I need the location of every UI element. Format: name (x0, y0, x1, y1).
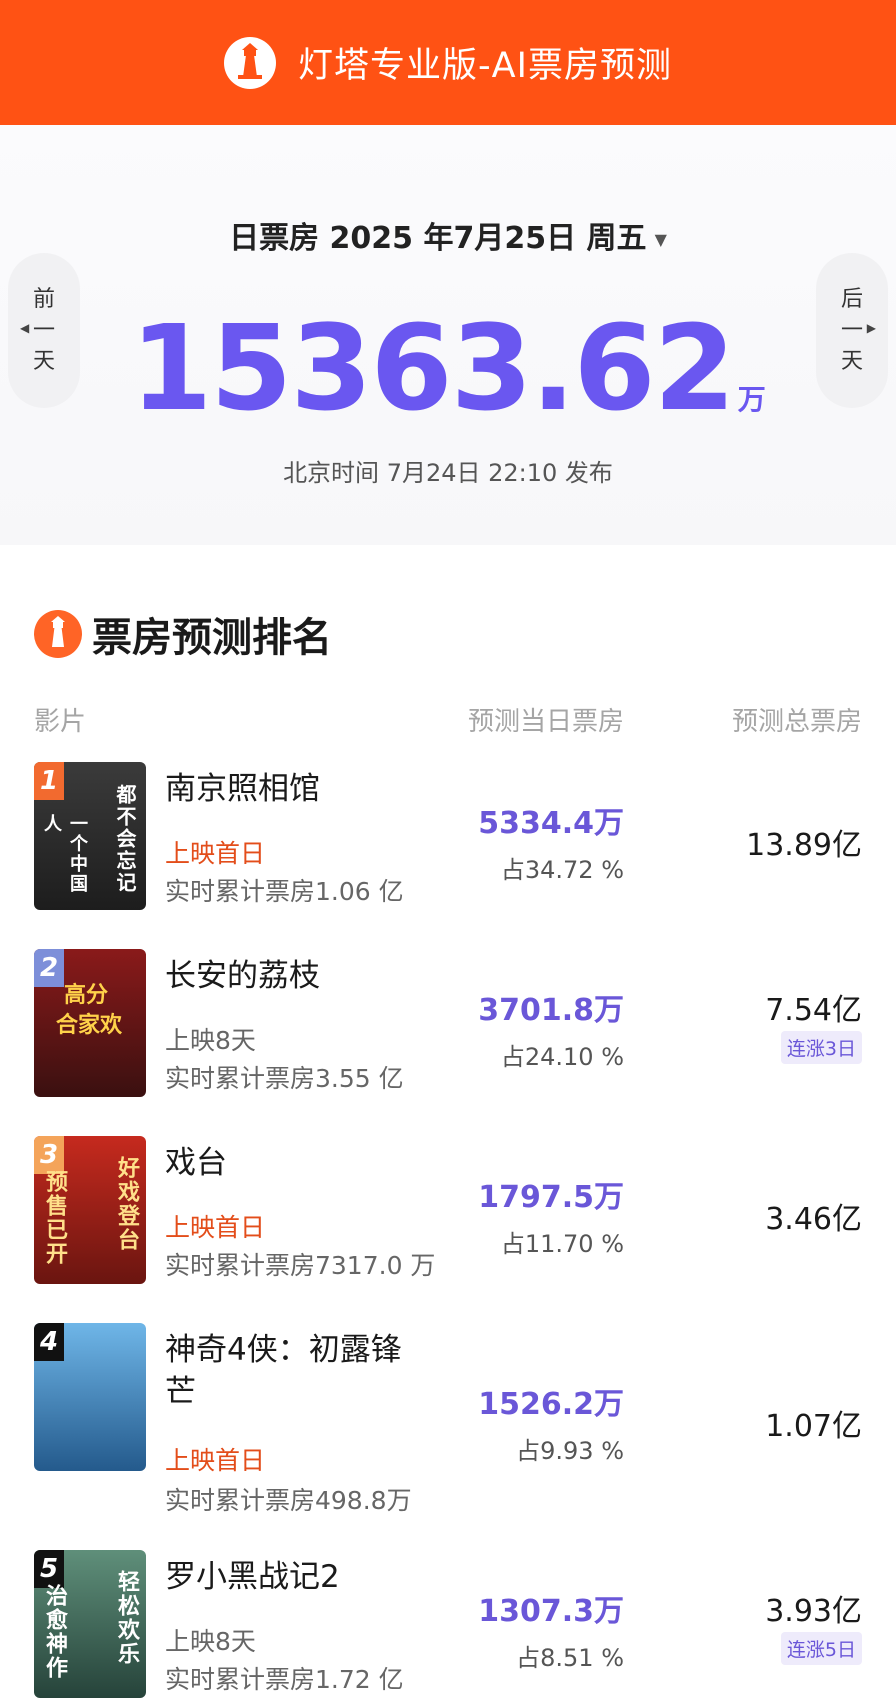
rank-badge: 2 (34, 949, 64, 987)
rank-badge: 4 (34, 1323, 64, 1361)
movie-title[interactable]: 罗小黑战记2 (165, 1556, 340, 1598)
lighthouse-logo-icon (224, 36, 277, 89)
share-percent: 占9.93 % (516, 1437, 624, 1465)
movie-poster[interactable]: 4 (34, 1323, 146, 1471)
cumulative-box-office: 实时累计票房3.55 亿 (165, 1064, 404, 1093)
movie-poster[interactable]: 3 好戏登台 预售已开 (34, 1136, 146, 1284)
rank-number: 4 (39, 1327, 59, 1357)
app-title: 灯塔专业版-AI票房预测 (298, 46, 672, 86)
rank-badge: 1 (34, 762, 64, 800)
total-unit: 万 (737, 383, 766, 416)
movie-title[interactable]: 长安的荔枝 (165, 955, 320, 997)
poster-text: 都不会忘记 (113, 784, 137, 894)
streak-badge: 连涨5日 (780, 1632, 862, 1665)
movie-poster[interactable]: 2 高分 合家欢 (34, 949, 146, 1097)
movie-poster[interactable]: 1 都不会忘记 一个中国人 (34, 762, 146, 910)
share-percent: 占34.72 % (500, 856, 624, 884)
poster-text: 合家欢 (56, 1013, 123, 1038)
poster-text: 好戏登台 (114, 1156, 139, 1252)
poster-text: 轻松欢乐 (114, 1570, 139, 1666)
list-item[interactable]: 2 高分 合家欢 长安的荔枝 上映8天 实时累计票房3.55 亿 3701.8万… (0, 949, 896, 1101)
predicted-total: 3.46亿 (765, 1202, 862, 1237)
release-days: 上映首日 (165, 1213, 266, 1242)
date-selector[interactable]: 日票房 2025 年7月25日 周五 ▼ (0, 213, 896, 257)
rank-number: 1 (39, 766, 59, 796)
ranking-section: 票房预测排名 影片 预测当日票房 预测总票房 1 都不会忘记 一个中国人 南京照… (0, 545, 896, 1698)
rank-badge: 3 (34, 1136, 64, 1174)
rank-number: 2 (39, 953, 59, 983)
release-days: 上映首日 (165, 1446, 266, 1475)
col-total: 预测总票房 (731, 707, 862, 737)
cumulative-box-office: 实时累计票房1.06 亿 (165, 877, 404, 906)
caret-down-icon[interactable]: ▼ (655, 230, 667, 249)
poster-text: 一个中国人 (41, 814, 88, 894)
date-label[interactable]: 日票房 2025 年7月25日 周五 (229, 221, 646, 256)
section-title: 票房预测排名 (92, 615, 332, 661)
cumulative-box-office: 实时累计票房7317.0 万 (165, 1251, 436, 1280)
predicted-daily: 3701.8万 (478, 993, 624, 1028)
share-percent: 占8.51 % (516, 1644, 624, 1672)
total-value: 15363.62 (130, 299, 736, 437)
col-film: 影片 (34, 707, 87, 737)
list-item[interactable]: 1 都不会忘记 一个中国人 南京照相馆 上映首日 实时累计票房1.06 亿 53… (0, 762, 896, 914)
app-header: 灯塔专业版-AI票房预测 (0, 0, 896, 125)
rank-number: 5 (39, 1554, 59, 1584)
movie-title[interactable]: 南京照相馆 (165, 768, 320, 810)
share-percent: 占11.70 % (500, 1230, 624, 1258)
rank-badge: 5 (34, 1550, 64, 1588)
poster-text: 高分 (64, 983, 109, 1008)
cumulative-box-office: 实时累计票房1.72 亿 (165, 1665, 404, 1694)
predicted-daily: 1526.2万 (478, 1387, 624, 1422)
predicted-total: 7.54亿 (765, 993, 862, 1028)
total-box-office: 15363.62 万 (0, 303, 896, 465)
predicted-daily: 5334.4万 (478, 806, 624, 841)
lighthouse-logo-icon (34, 610, 82, 658)
movie-title[interactable]: 神奇4侠：初露锋芒 (165, 1329, 405, 1413)
share-percent: 占24.10 % (500, 1043, 624, 1071)
release-days: 上映8天 (165, 1026, 256, 1055)
daily-summary: 日票房 2025 年7月25日 周五 ▼ ◀ 前 一 天 ▶ 后 一 天 1536… (0, 125, 896, 545)
predicted-daily: 1307.3万 (478, 1594, 624, 1629)
predicted-total: 13.89亿 (746, 828, 862, 863)
list-item[interactable]: 5 轻松欢乐 治愈神作 罗小黑战记2 上映8天 实时累计票房1.72 亿 130… (0, 1550, 896, 1702)
poster-text: 预售已开 (42, 1170, 67, 1266)
list-item[interactable]: 3 好戏登台 预售已开 戏台 上映首日 实时累计票房7317.0 万 1797.… (0, 1136, 896, 1288)
predicted-daily: 1797.5万 (478, 1180, 624, 1215)
release-days: 上映8天 (165, 1627, 256, 1656)
release-days: 上映首日 (165, 839, 266, 868)
col-daily: 预测当日票房 (467, 707, 624, 737)
rank-number: 3 (39, 1140, 59, 1170)
section-header: 票房预测排名 (34, 605, 332, 663)
predicted-total: 3.93亿 (765, 1594, 862, 1629)
list-item[interactable]: 4 神奇4侠：初露锋芒 上映首日 实时累计票房498.8万 1526.2万 占9… (0, 1323, 896, 1523)
poster-text: 治愈神作 (42, 1584, 67, 1680)
streak-badge: 连涨3日 (780, 1031, 862, 1064)
predicted-total: 1.07亿 (765, 1409, 862, 1444)
cumulative-box-office: 实时累计票房498.8万 (165, 1486, 412, 1515)
publish-time: 北京时间 7月24日 22:10 发布 (283, 459, 613, 487)
movie-poster[interactable]: 5 轻松欢乐 治愈神作 (34, 1550, 146, 1698)
movie-title[interactable]: 戏台 (165, 1142, 227, 1184)
